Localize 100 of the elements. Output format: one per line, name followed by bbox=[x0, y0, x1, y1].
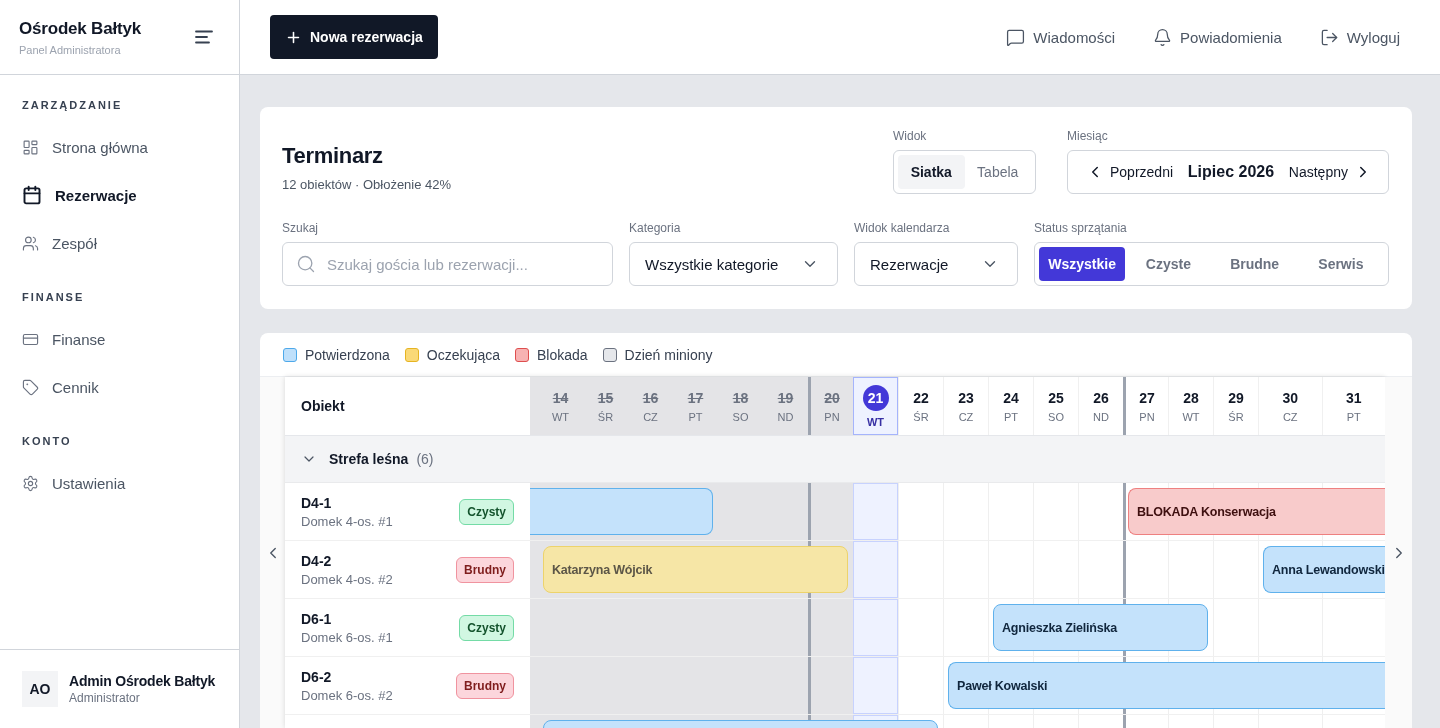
weekday-label: ŚR bbox=[1228, 410, 1244, 423]
current-month: Lipiec 2026 bbox=[1187, 163, 1275, 181]
nav-item[interactable]: Cennik bbox=[0, 363, 239, 411]
status-option[interactable]: Wszystkie bbox=[1039, 247, 1126, 281]
weekday-label: PT bbox=[1346, 410, 1361, 423]
weekday-label: CZ bbox=[1282, 410, 1298, 423]
booking-bar[interactable]: BLOKADA Konserwacja bbox=[1128, 488, 1385, 535]
nav-item[interactable]: Ustawienia bbox=[0, 459, 239, 507]
bell-icon bbox=[1153, 27, 1173, 47]
swatch-icon bbox=[602, 347, 617, 362]
status-option[interactable]: Brudne bbox=[1211, 247, 1298, 281]
day-number: 21 bbox=[862, 384, 889, 411]
day-number: 30 bbox=[1282, 389, 1299, 406]
nav-item[interactable]: Finanse bbox=[0, 315, 239, 363]
object-description: Domek 6-os. #2 bbox=[301, 687, 393, 703]
message-icon bbox=[1006, 27, 1026, 47]
day-number: 29 bbox=[1228, 389, 1244, 406]
object-description: Domek 6-os. #1 bbox=[301, 629, 393, 645]
brand-title: Ośrodek Bałtyk bbox=[19, 18, 141, 39]
weekday-label: WT bbox=[1182, 410, 1200, 423]
object-description: Domek 4-os. #1 bbox=[301, 513, 393, 529]
day-cell bbox=[853, 541, 898, 598]
object-code: D4-2 bbox=[301, 552, 333, 569]
day-number: 17 bbox=[687, 389, 704, 406]
object-description: Domek 4-os. #2 bbox=[301, 571, 393, 587]
section-heading: ZARZĄDZANIE bbox=[22, 98, 124, 113]
legend-label: Blokada bbox=[537, 346, 588, 363]
search-icon bbox=[296, 254, 316, 274]
calendar-view-select[interactable]: Rezerwacje bbox=[854, 242, 1018, 286]
day-number: 25 bbox=[1048, 389, 1064, 406]
top-action-link[interactable]: Wyloguj bbox=[1319, 27, 1400, 47]
booking-bar[interactable]: Katarzyna Wójcik bbox=[543, 546, 848, 593]
day-number: 28 bbox=[1183, 389, 1199, 406]
weekday-label: CZ bbox=[958, 410, 974, 423]
avatar: AO bbox=[22, 671, 58, 707]
day-number: 23 bbox=[958, 389, 974, 406]
previous-month-button[interactable]: Poprzedni bbox=[1086, 163, 1174, 181]
section-heading: KONTO bbox=[22, 434, 73, 449]
field-label: Widok bbox=[893, 129, 928, 143]
object-code: D4-1 bbox=[301, 494, 333, 511]
page-title: Terminarz bbox=[282, 142, 384, 170]
next-month-button[interactable]: Następny bbox=[1288, 163, 1372, 181]
day-number: 22 bbox=[913, 389, 929, 406]
weekday-label: WT bbox=[866, 415, 885, 428]
top-action-link[interactable]: Powiadomienia bbox=[1153, 27, 1282, 47]
status-badge: Czysty bbox=[459, 498, 514, 525]
booking-bar[interactable]: Anna Lewandowski bbox=[1263, 546, 1385, 593]
swatch-icon bbox=[404, 347, 419, 362]
object-code: D6-1 bbox=[301, 610, 333, 627]
nav-item[interactable]: Zespół bbox=[0, 219, 239, 267]
day-cell bbox=[853, 657, 898, 714]
booking-bar[interactable]: Agnieszka Zielińska bbox=[993, 604, 1208, 651]
legend-label: Potwierdzona bbox=[305, 346, 390, 363]
status-badge: Brudny bbox=[456, 672, 514, 699]
weekday-label: PT bbox=[1003, 410, 1019, 423]
field-label: Szukaj bbox=[282, 221, 320, 235]
status-option[interactable]: Serwis bbox=[1297, 247, 1384, 281]
group-name: Strefa leśna bbox=[329, 451, 409, 467]
booking-bar[interactable]: Paweł Kowalski bbox=[948, 662, 1385, 709]
tag-icon bbox=[22, 378, 39, 396]
nav-item[interactable]: Rezerwacje bbox=[0, 171, 239, 219]
users-icon bbox=[22, 234, 39, 252]
brand-subtitle: Panel Administratora bbox=[19, 43, 122, 56]
section-heading: FINANSE bbox=[22, 290, 86, 305]
swatch-icon bbox=[283, 347, 297, 362]
weekday-label: PN bbox=[1139, 410, 1155, 423]
weekday-label: ŚR bbox=[913, 410, 929, 423]
day-number: 24 bbox=[1003, 389, 1019, 406]
grid-icon bbox=[22, 138, 39, 156]
status-badge: Brudny bbox=[456, 556, 514, 583]
page-summary: 12 obiektów · Obłożenie 42% bbox=[282, 176, 452, 194]
weekday-label: PN bbox=[824, 410, 840, 423]
view-option[interactable]: Tabela bbox=[964, 155, 1031, 189]
day-cell bbox=[853, 599, 898, 656]
menu-icon[interactable] bbox=[195, 30, 213, 44]
logout-icon bbox=[1319, 27, 1339, 47]
view-option[interactable]: Siatka bbox=[898, 155, 965, 189]
user-name: Admin Ośrodek Bałtyk bbox=[69, 673, 216, 689]
search-field[interactable]: Szukaj gościa lub rezerwacji... bbox=[282, 242, 613, 286]
weekday-label: ŚR bbox=[597, 410, 614, 423]
field-label: Miesiąc bbox=[1067, 129, 1109, 143]
day-number: 27 bbox=[1139, 389, 1155, 406]
field-label: Kategoria bbox=[629, 221, 682, 235]
day-number: 26 bbox=[1093, 389, 1109, 406]
category-select[interactable]: Wszystkie kategorie bbox=[629, 242, 838, 286]
day-number: 14 bbox=[552, 389, 569, 406]
new-reservation-button[interactable]: Nowa rezerwacja bbox=[270, 15, 438, 59]
user-role: Administrator bbox=[69, 691, 141, 705]
column-header: Obiekt bbox=[300, 398, 346, 414]
nav-item[interactable]: Strona główna bbox=[0, 123, 239, 171]
weekday-label: CZ bbox=[643, 410, 658, 423]
legend-label: Oczekująca bbox=[426, 346, 500, 363]
calendar-icon bbox=[22, 185, 42, 205]
day-number: 16 bbox=[642, 389, 659, 406]
weekday-label: ND bbox=[1093, 410, 1109, 423]
top-action-link[interactable]: Wiadomości bbox=[1006, 27, 1116, 47]
weekday-label: SO bbox=[732, 410, 749, 423]
weekday-label: SO bbox=[1048, 410, 1064, 423]
status-option[interactable]: Czyste bbox=[1125, 247, 1212, 281]
day-number: 18 bbox=[732, 389, 749, 406]
